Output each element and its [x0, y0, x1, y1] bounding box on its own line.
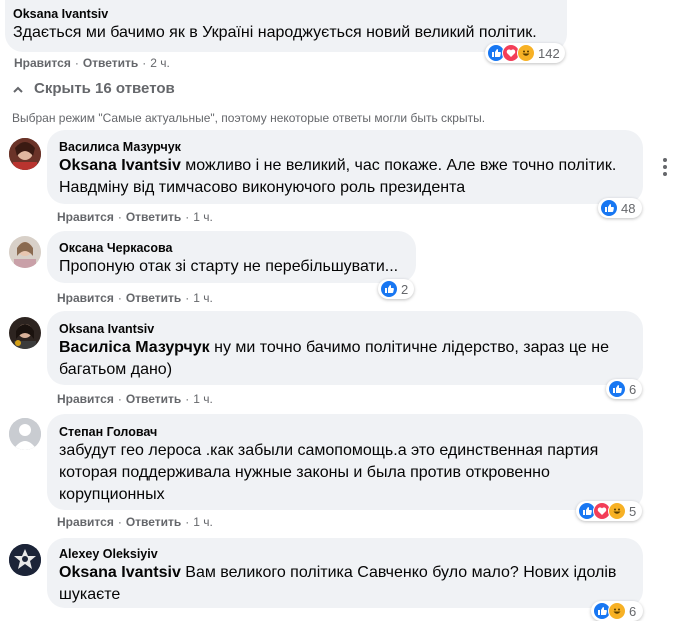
hide-replies-toggle[interactable]: Скрыть 16 ответов [12, 80, 175, 97]
reply-author[interactable]: Oksana Ivantsiv [59, 322, 154, 336]
reaction-count: 142 [538, 45, 560, 61]
like-link[interactable]: Нравится [57, 210, 114, 224]
chevron-up-icon [12, 83, 24, 95]
like-link[interactable]: Нравится [57, 515, 114, 529]
haha-reaction-icon [517, 44, 535, 62]
reply-text: Василіса Мазурчук ну ми точно бачимо пол… [59, 339, 609, 378]
reaction-count: 6 [629, 603, 637, 619]
like-reaction-icon [600, 199, 618, 217]
mention-tag[interactable]: Василіса Мазурчук [59, 339, 210, 356]
reply-link[interactable]: Ответить [126, 392, 181, 406]
reply-actions: Нравится · Ответить · 1 ч. [57, 515, 213, 529]
like-reaction-icon [608, 380, 626, 398]
like-reaction-icon [380, 280, 398, 298]
reply-link[interactable]: Ответить [126, 291, 181, 305]
like-link[interactable]: Нравится [14, 56, 71, 70]
reply-actions: Нравится · Ответить · 1 ч. [57, 210, 213, 224]
more-options-icon[interactable] [655, 157, 674, 177]
reply-actions: Нравится · Ответить · 1 ч. [57, 291, 213, 305]
reply-bubble: Оксана Черкасова Пропоную отак зі старту… [47, 231, 416, 283]
reply-text: Oksana Ivantsiv можливо і не великий, ча… [59, 157, 617, 196]
comment-author[interactable]: Oksana Ivantsiv [13, 7, 108, 21]
reaction-count: 2 [401, 281, 409, 297]
avatar[interactable] [9, 138, 41, 170]
reply-link[interactable]: Ответить [83, 56, 138, 70]
reply-text: Oksana Ivantsiv Вам великого політика Са… [59, 564, 617, 603]
reply-author[interactable]: Василиса Мазурчук [59, 140, 181, 154]
like-link[interactable]: Нравится [57, 392, 114, 406]
reply-actions: Нравится · Ответить · 1 ч. [57, 392, 213, 406]
reply-author[interactable]: Степан Головач [59, 425, 157, 439]
reaction-count: 6 [629, 381, 637, 397]
reply-bubble: Василиса Мазурчук Oksana Ivantsiv можлив… [47, 130, 643, 204]
mention-tag[interactable]: Oksana Ivantsiv [59, 157, 181, 174]
reply-text: Пропоную отак зі старту не перебільшуват… [59, 258, 399, 275]
reaction-summary[interactable]: 2 [378, 279, 414, 299]
reply-bubble: Alexey Oleksiyiv Oksana Ivantsiv Вам вел… [47, 538, 643, 608]
reply-author[interactable]: Оксана Черкасова [59, 241, 172, 255]
reply-text: забудут гео лероса .как забыли самопомощ… [59, 442, 599, 503]
reaction-count: 48 [621, 200, 636, 216]
timestamp[interactable]: 1 ч. [193, 392, 213, 406]
comment-bubble: Oksana Ivantsiv Здається ми бачимо як в … [5, 0, 567, 52]
like-link[interactable]: Нравится [57, 291, 114, 305]
reply-link[interactable]: Ответить [126, 210, 181, 224]
avatar[interactable] [9, 418, 41, 450]
timestamp[interactable]: 1 ч. [193, 210, 213, 224]
reply-bubble: Oksana Ivantsiv Василіса Мазурчук ну ми … [47, 311, 643, 385]
avatar[interactable] [9, 317, 41, 349]
reaction-summary[interactable]: 48 [598, 198, 642, 218]
reply-author[interactable]: Alexey Oleksiyiv [59, 547, 158, 561]
reaction-summary[interactable]: 5 [576, 501, 642, 521]
comment-actions: Нравится · Ответить · 2 ч. [14, 56, 170, 70]
reaction-summary[interactable]: 142 [485, 43, 565, 63]
comment-text: Здається ми бачимо як в Україні народжує… [13, 24, 537, 41]
reply-bubble: Степан Головач забудут гео лероса .как з… [47, 414, 643, 510]
mention-tag[interactable]: Oksana Ivantsiv [59, 564, 181, 581]
haha-reaction-icon [608, 502, 626, 520]
filter-notice: Выбран режим "Самые актуальные", поэтому… [12, 111, 486, 125]
timestamp[interactable]: 2 ч. [150, 56, 170, 70]
hide-replies-label: Скрыть 16 ответов [34, 80, 175, 97]
reaction-summary[interactable]: 6 [591, 601, 643, 621]
reaction-summary[interactable]: 6 [606, 379, 642, 399]
timestamp[interactable]: 1 ч. [193, 291, 213, 305]
timestamp[interactable]: 1 ч. [193, 515, 213, 529]
reply-link[interactable]: Ответить [126, 515, 181, 529]
avatar[interactable] [9, 236, 41, 268]
reaction-count: 5 [629, 503, 637, 519]
haha-reaction-icon [608, 602, 626, 620]
avatar[interactable] [9, 544, 41, 576]
